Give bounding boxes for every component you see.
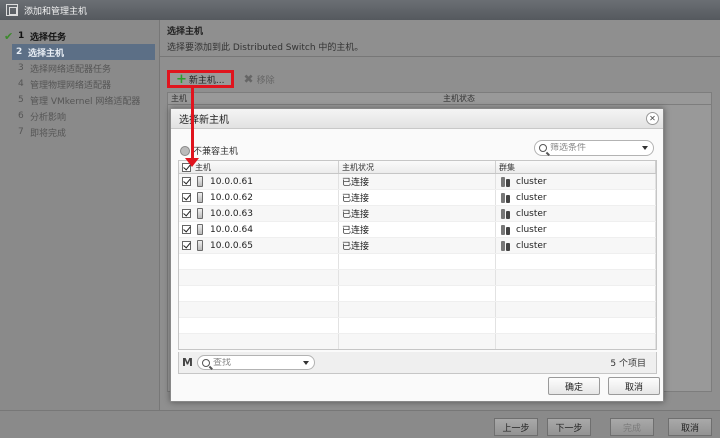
host-grid: 主机 主机状况 群集 10.0.0.61 已连接 cluster 10.0.0.… — [178, 160, 657, 350]
grid-footer: M 5 个项目 — [178, 352, 657, 374]
empty-row — [179, 318, 656, 334]
cluster-icon — [501, 240, 510, 251]
row-checkbox[interactable] — [182, 177, 191, 186]
step-1[interactable]: ✔ 1 选择任务 — [0, 28, 159, 44]
annotation-arrow-head — [185, 158, 199, 167]
cluster-icon — [501, 208, 510, 219]
chevron-down-icon[interactable] — [642, 146, 648, 150]
select-new-host-dialog: 选择新主机 ✕ 不兼容主机 主机 主机状况 群集 10.0.0.61 已连接 c… — [170, 108, 664, 402]
remove-icon: ✖ — [243, 72, 254, 86]
grid-body: 10.0.0.61 已连接 cluster 10.0.0.62 已连接 clus… — [179, 174, 656, 349]
search-icon — [539, 144, 547, 152]
host-icon — [197, 176, 203, 187]
wizard-steps: ✔ 1 选择任务 2 选择主机 3 选择网络适配器任务 4 管理物理网络适配器 … — [0, 20, 160, 412]
table-row[interactable]: 10.0.0.64 已连接 cluster — [179, 222, 656, 238]
search-box[interactable] — [196, 355, 315, 370]
row-checkbox[interactable] — [182, 225, 191, 234]
binoculars-icon[interactable]: M — [182, 356, 193, 369]
filter-box[interactable] — [534, 140, 654, 156]
search-input[interactable] — [209, 357, 294, 368]
step-6[interactable]: 6 分析影响 — [0, 108, 159, 124]
table-row[interactable]: 10.0.0.61 已连接 cluster — [179, 174, 656, 190]
column-header-status[interactable]: 主机状况 — [339, 161, 496, 173]
annotation-arrow-shaft — [191, 86, 194, 162]
grid-header: 主机 主机状况 群集 — [179, 161, 656, 174]
table-row[interactable]: 10.0.0.65 已连接 cluster — [179, 238, 656, 254]
host-toolbar: + 新主机... ✖ 移除 — [167, 70, 275, 88]
next-button[interactable]: 下一步 — [547, 418, 591, 436]
search-icon — [201, 358, 210, 367]
table-row[interactable]: 10.0.0.62 已连接 cluster — [179, 190, 656, 206]
cancel-wizard-button[interactable]: 取消 — [668, 418, 712, 436]
window-app-icon — [6, 4, 18, 16]
column-header-host[interactable]: 主机 — [179, 161, 339, 173]
dialog-title: 选择新主机 — [179, 115, 229, 126]
incompatible-hosts-toggle[interactable]: 不兼容主机 — [180, 144, 238, 157]
row-checkbox[interactable] — [182, 241, 191, 250]
cluster-icon — [501, 224, 510, 235]
empty-row — [179, 334, 656, 349]
cluster-icon — [501, 192, 510, 203]
back-button[interactable]: 上一步 — [494, 418, 538, 436]
check-icon: ✔ — [4, 29, 14, 43]
cluster-icon — [501, 176, 510, 187]
window-title-bar: 添加和管理主机 — [0, 0, 720, 20]
host-icon — [197, 224, 203, 235]
step-3[interactable]: 3 选择网络适配器任务 — [0, 60, 159, 76]
row-checkbox[interactable] — [182, 209, 191, 218]
add-icon: + — [176, 71, 187, 87]
row-checkbox[interactable] — [182, 193, 191, 202]
step-2[interactable]: 2 选择主机 — [12, 44, 155, 60]
host-icon — [197, 208, 203, 219]
remove-host-button[interactable]: ✖ 移除 — [244, 72, 275, 86]
new-host-button[interactable]: + 新主机... — [167, 70, 234, 88]
filter-input[interactable] — [547, 143, 631, 153]
step-4[interactable]: 4 管理物理网络适配器 — [0, 76, 159, 92]
page-description: 选择要添加到此 Distributed Switch 中的主机。 — [167, 43, 364, 53]
cancel-button[interactable]: 取消 — [608, 377, 660, 395]
step-5[interactable]: 5 管理 VMkernel 网络适配器 — [0, 92, 159, 108]
column-header-cluster[interactable]: 群集 — [496, 161, 656, 173]
step-7[interactable]: 7 即将完成 — [0, 124, 159, 140]
empty-row — [179, 254, 656, 270]
host-icon — [197, 192, 203, 203]
column-header-host-status[interactable]: 主机状态 — [440, 93, 475, 104]
table-row[interactable]: 10.0.0.63 已连接 cluster — [179, 206, 656, 222]
empty-row — [179, 302, 656, 318]
empty-row — [179, 270, 656, 286]
item-count: 5 个项目 — [610, 359, 646, 369]
empty-row — [179, 286, 656, 302]
header-divider — [160, 56, 720, 57]
close-icon[interactable]: ✕ — [646, 112, 659, 125]
page-title: 选择主机 — [167, 27, 204, 37]
host-icon — [197, 240, 203, 251]
column-header-host[interactable]: 主机 — [168, 93, 440, 104]
ok-button[interactable]: 确定 — [548, 377, 600, 395]
finish-button[interactable]: 完成 — [610, 418, 654, 436]
main-header: 选择主机 选择要添加到此 Distributed Switch 中的主机。 — [167, 24, 363, 53]
chevron-down-icon[interactable] — [302, 360, 309, 365]
dialog-title-bar: 选择新主机 ✕ — [171, 109, 663, 129]
toggle-icon — [180, 145, 190, 156]
window-title: 添加和管理主机 — [24, 6, 88, 17]
